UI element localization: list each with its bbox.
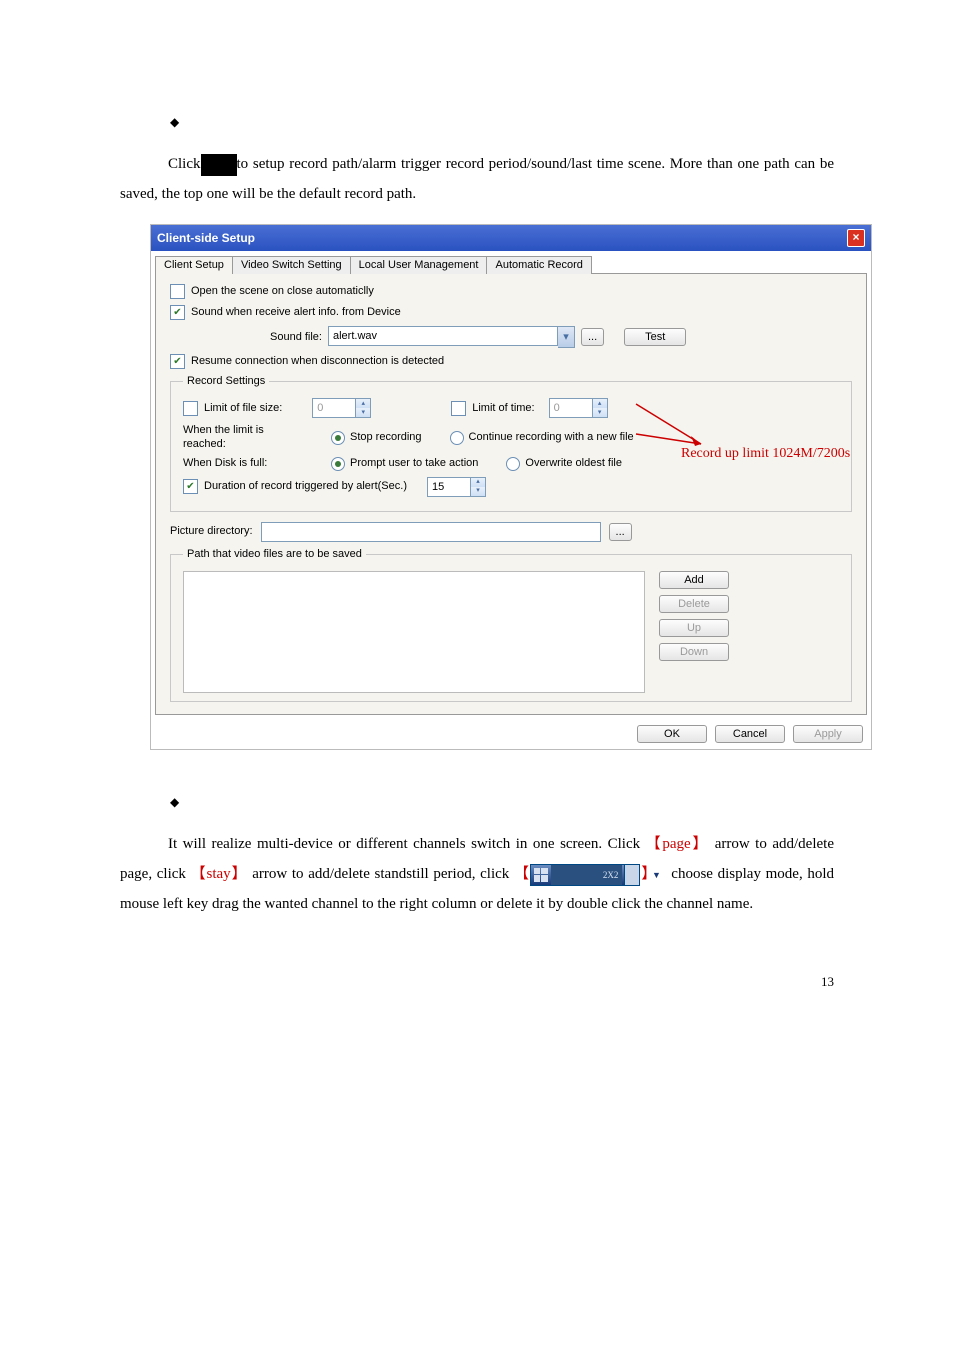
bracket-l-1: 【: [646, 836, 663, 852]
sound-file-combo[interactable]: ▾: [328, 326, 575, 348]
tab-body: Open the scene on close automaticlly Sou…: [155, 273, 867, 715]
p2-c: arrow to add/delete standstill period, c…: [252, 866, 509, 882]
radio-prompt-user[interactable]: [331, 457, 345, 471]
tab-video-switch[interactable]: Video Switch Setting: [232, 256, 351, 274]
label-when-limit: When the limit is reached:: [183, 424, 303, 450]
record-settings-group: Record Settings Limit of file size: ▴▾ L…: [170, 375, 852, 512]
up-button[interactable]: Up: [659, 619, 729, 637]
stay-keyword: stay: [207, 866, 231, 882]
bracket-l-2: 【: [191, 866, 207, 882]
add-button[interactable]: Add: [659, 571, 729, 589]
client-side-setup-dialog: Client-side Setup × Client Setup Video S…: [150, 224, 872, 750]
display-mode-icon: 2X2 ▼: [530, 864, 641, 886]
label-sound-alert: Sound when receive alert info. from Devi…: [191, 306, 401, 319]
label-when-disk: When Disk is full:: [183, 457, 303, 470]
chevron-down-icon: ▼: [624, 865, 639, 885]
radio-continue-recording[interactable]: [450, 431, 464, 445]
label-duration: Duration of record triggered by alert(Se…: [204, 480, 407, 493]
picture-dir-input[interactable]: [261, 522, 601, 542]
chevron-down-icon[interactable]: ▾: [558, 326, 575, 348]
bracket-l-3: 【: [514, 866, 530, 882]
p1-text-a: Click: [168, 156, 201, 172]
paragraph-2: It will realize multi-device or differen…: [120, 829, 834, 919]
limit-time-input[interactable]: [549, 398, 593, 418]
browse-picture-button[interactable]: ...: [609, 523, 632, 541]
down-button[interactable]: Down: [659, 643, 729, 661]
checkbox-open-scene[interactable]: [170, 284, 185, 299]
label-picture-dir: Picture directory:: [170, 525, 253, 538]
gear-icon: [201, 154, 237, 176]
tab-local-user[interactable]: Local User Management: [350, 256, 488, 274]
radio-overwrite[interactable]: [506, 457, 520, 471]
browse-sound-button[interactable]: ...: [581, 328, 604, 346]
page-keyword: page: [662, 836, 690, 852]
ok-button[interactable]: OK: [637, 725, 707, 743]
checkbox-duration[interactable]: [183, 479, 198, 494]
dialog-titlebar: Client-side Setup ×: [151, 225, 871, 251]
bullet-diamond: ◆: [170, 110, 834, 134]
radio-stop-recording[interactable]: [331, 431, 345, 445]
label-sound-file: Sound file:: [270, 331, 322, 344]
label-limit-file: Limit of file size:: [204, 402, 282, 415]
close-icon[interactable]: ×: [847, 229, 865, 247]
record-settings-legend: Record Settings: [183, 375, 269, 388]
limit-file-input[interactable]: [312, 398, 356, 418]
page-number: 13: [0, 934, 954, 990]
dialog-bottom-buttons: OK Cancel Apply: [151, 719, 871, 749]
checkbox-resume-conn[interactable]: [170, 354, 185, 369]
paragraph-1: Click to setup record path/alarm trigger…: [120, 149, 834, 209]
spinner-duration[interactable]: ▴▾: [471, 477, 486, 497]
checkbox-limit-time[interactable]: [451, 401, 466, 416]
sound-file-input[interactable]: [328, 326, 558, 346]
label-prompt: Prompt user to take action: [350, 457, 478, 470]
tab-automatic-record[interactable]: Automatic Record: [486, 256, 591, 274]
bracket-r-1: 】: [691, 836, 710, 852]
checkbox-sound-alert[interactable]: [170, 305, 185, 320]
dialog-tabs: Client Setup Video Switch Setting Local …: [151, 251, 871, 273]
duration-input[interactable]: [427, 477, 471, 497]
callout-text: Record up limit 1024M/7200s: [681, 446, 850, 463]
label-resume-conn: Resume connection when disconnection is …: [191, 355, 444, 368]
path-legend: Path that video files are to be saved: [183, 548, 366, 561]
checkbox-limit-file[interactable]: [183, 401, 198, 416]
label-cont-rec: Continue recording with a new file: [469, 431, 634, 444]
grid-2x2-icon: [531, 865, 551, 885]
label-open-scene: Open the scene on close automaticlly: [191, 285, 374, 298]
label-limit-time: Limit of time:: [472, 402, 534, 415]
path-group: Path that video files are to be saved Ad…: [170, 548, 852, 702]
cancel-button[interactable]: Cancel: [715, 725, 785, 743]
callout-arrow-icon: [631, 394, 711, 454]
bracket-r-2: 】: [231, 866, 248, 882]
bullet-diamond-2: ◆: [170, 790, 834, 814]
dialog-title: Client-side Setup: [157, 231, 255, 245]
apply-button[interactable]: Apply: [793, 725, 863, 743]
p2-a: It will realize multi-device or differen…: [168, 836, 640, 852]
label-stop-rec: Stop recording: [350, 431, 422, 444]
path-list[interactable]: [183, 571, 645, 693]
label-overwrite: Overwrite oldest file: [525, 457, 622, 470]
delete-button[interactable]: Delete: [659, 595, 729, 613]
spinner-time[interactable]: ▴▾: [593, 398, 608, 418]
spinner-file[interactable]: ▴▾: [356, 398, 371, 418]
tab-client-setup[interactable]: Client Setup: [155, 256, 233, 274]
test-button[interactable]: Test: [624, 328, 686, 346]
